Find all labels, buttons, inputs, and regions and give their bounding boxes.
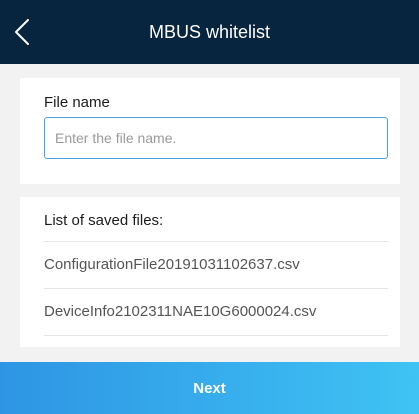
saved-files-list: ConfigurationFile20191031102637.csv Devi… [44,241,388,336]
saved-files-label: List of saved files: [44,212,164,229]
file-name-input[interactable] [44,117,388,159]
saved-files-card: List of saved files: ConfigurationFile20… [20,197,400,347]
saved-file-item[interactable]: ConfigurationFile20191031102637.csv [44,241,388,288]
top-bar: MBUS whitelist [0,0,419,64]
next-button[interactable]: Next [0,362,419,414]
file-name-card: File name [20,78,400,184]
page-title: MBUS whitelist [148,22,271,42]
file-name-label: File name [44,94,110,111]
saved-file-item[interactable]: DeviceInfo2102311NAE10G6000024.csv [44,288,388,336]
